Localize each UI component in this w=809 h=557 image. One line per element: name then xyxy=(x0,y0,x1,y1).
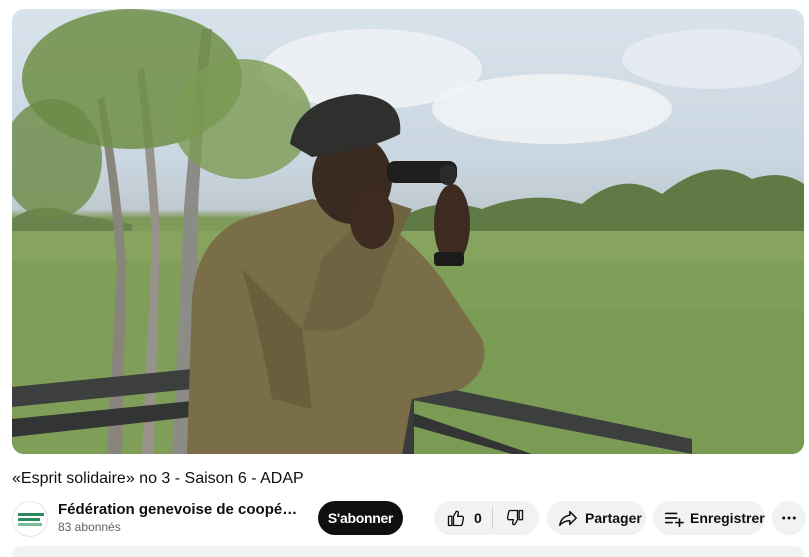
save-button[interactable]: Enregistrer xyxy=(653,501,765,535)
description-panel[interactable] xyxy=(12,546,804,557)
more-actions-button[interactable] xyxy=(772,501,806,535)
like-count: 0 xyxy=(474,510,482,526)
like-dislike-group: 0 xyxy=(434,501,539,535)
like-button[interactable]: 0 xyxy=(434,501,492,535)
subscribe-label: S'abonner xyxy=(327,510,394,526)
video-title: «Esprit solidaire» no 3 - Saison 6 - ADA… xyxy=(12,470,304,487)
channel-action-bar: Fédération genevoise de coopérati… 83 ab… xyxy=(12,498,806,538)
playlist-add-icon xyxy=(664,512,684,528)
share-arrow-icon xyxy=(559,510,577,527)
save-label: Enregistrer xyxy=(690,510,765,526)
thumbs-down-icon xyxy=(506,509,523,526)
subscriber-count: 83 abonnés xyxy=(58,520,121,534)
thumbs-up-icon xyxy=(447,510,465,527)
video-frame-image xyxy=(12,9,804,454)
dislike-button[interactable] xyxy=(493,501,525,535)
share-button[interactable]: Partager xyxy=(547,501,646,535)
video-player[interactable] xyxy=(12,9,804,454)
channel-avatar[interactable] xyxy=(12,501,48,537)
federation-logo-icon xyxy=(18,513,44,516)
subscribe-button[interactable]: S'abonner xyxy=(318,501,403,535)
more-horizontal-icon xyxy=(782,516,796,520)
share-label: Partager xyxy=(585,510,642,526)
channel-name[interactable]: Fédération genevoise de coopérati… xyxy=(58,501,298,518)
